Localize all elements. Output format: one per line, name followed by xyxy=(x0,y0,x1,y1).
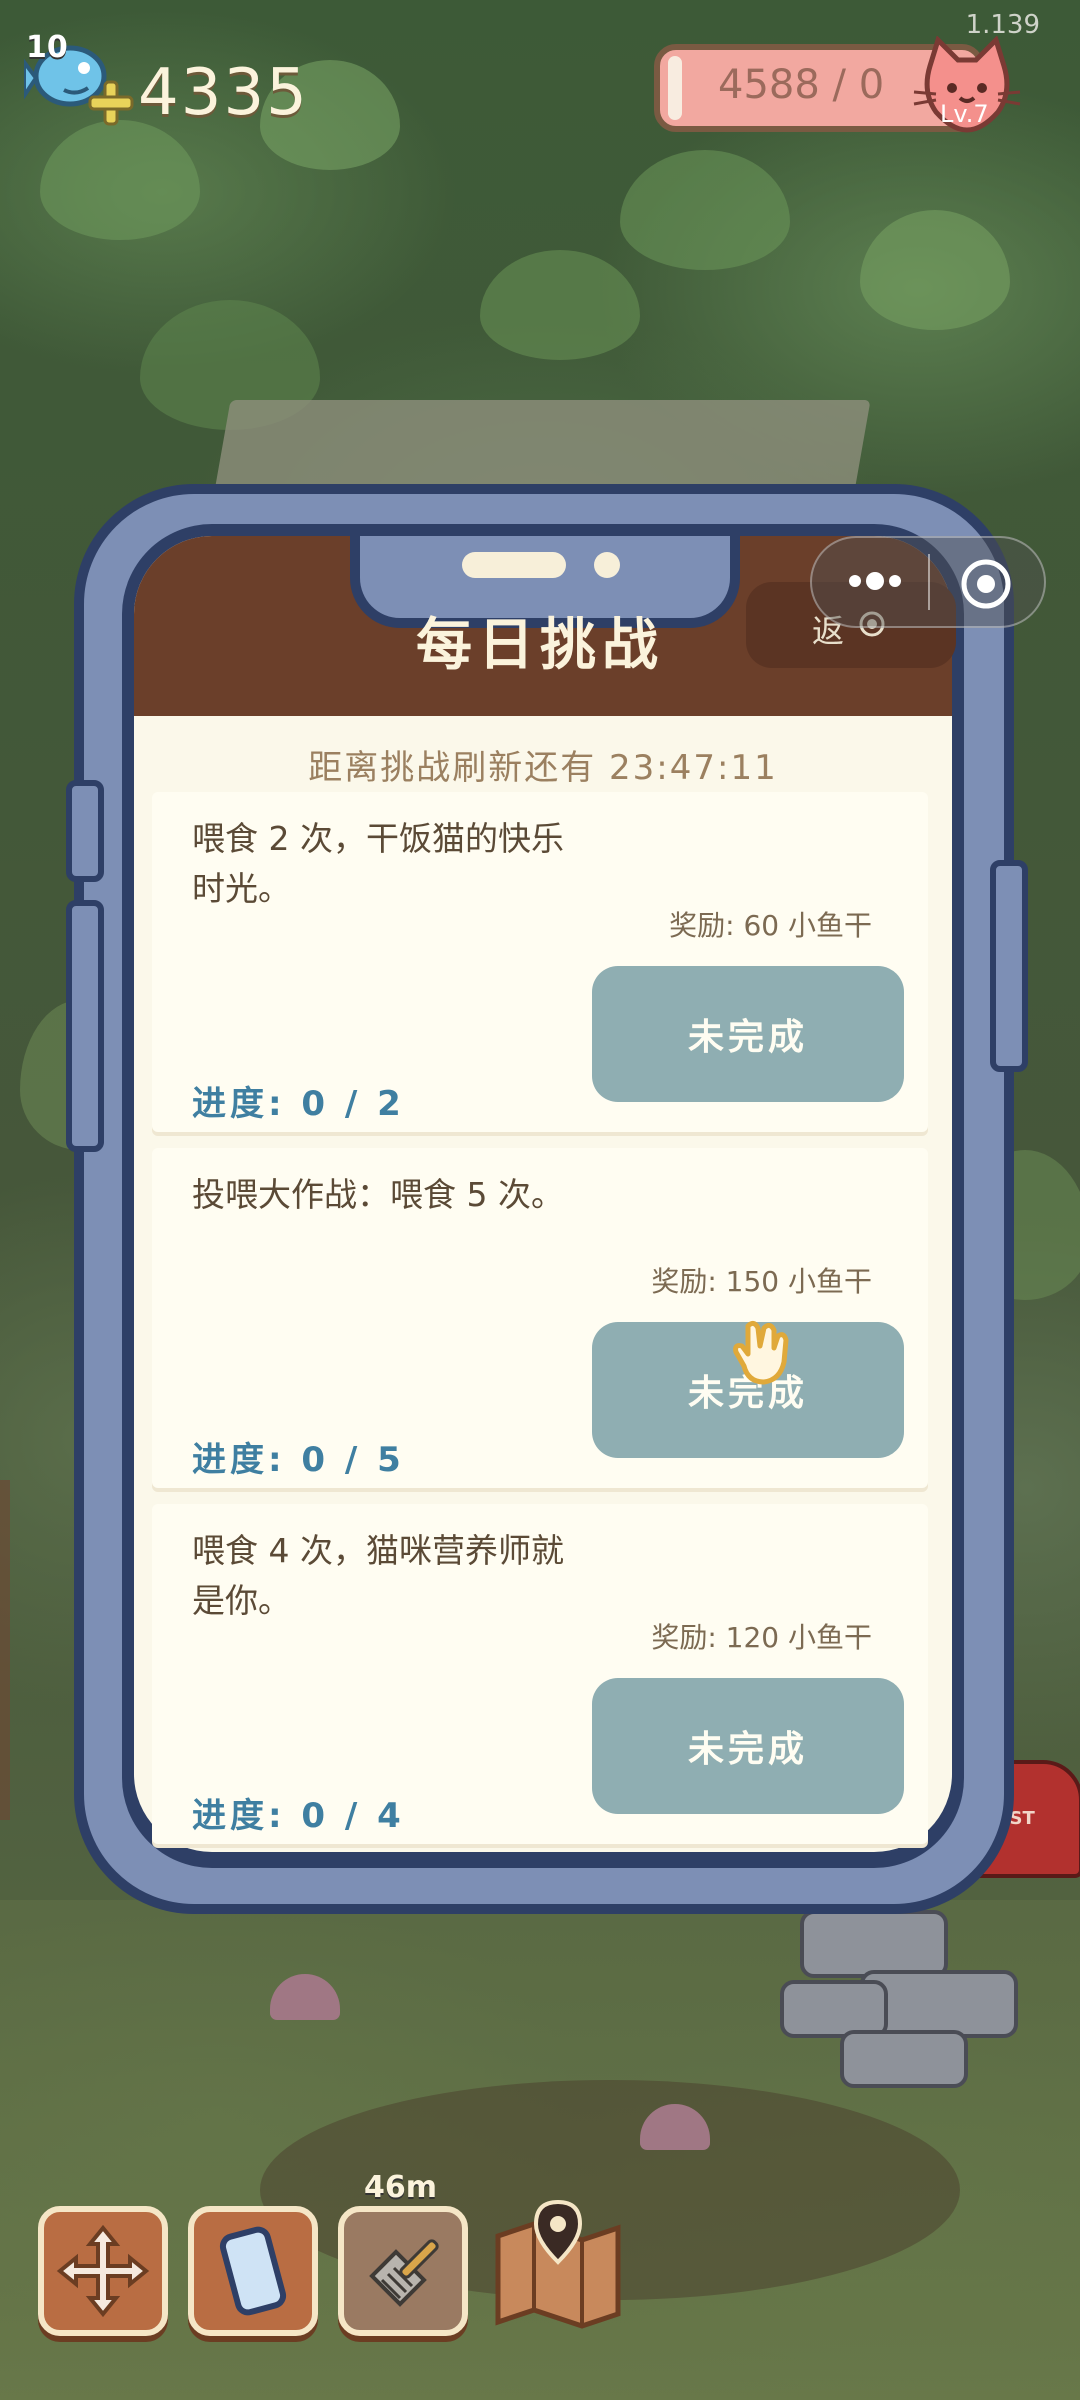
stone xyxy=(840,2030,968,2088)
phone-side-button xyxy=(990,860,1028,1072)
coin-count: 4335 xyxy=(138,56,309,130)
challenge-card: 投喂大作战：喂食 5 次。 奖励: 150 小鱼干 未完成 进度: 0 / 5 xyxy=(152,1148,928,1488)
challenge-reward: 奖励: 120 小鱼干 xyxy=(651,1621,872,1654)
more-options-icon[interactable] xyxy=(840,556,910,606)
phone-camera xyxy=(594,552,620,578)
litter-scoop-button[interactable] xyxy=(338,2206,468,2336)
challenge-status-button[interactable]: 未完成 xyxy=(592,966,904,1102)
pointing-hand-icon xyxy=(733,1320,789,1385)
challenge-progress: 进度: 0 / 2 xyxy=(192,1084,405,1124)
challenge-progress: 进度: 0 / 5 xyxy=(192,1440,405,1480)
challenge-description: 喂食 2 次，干饭猫的快乐时光。 xyxy=(192,819,564,908)
cat-level: Lv.7 xyxy=(940,100,989,128)
challenge-reward: 奖励: 150 小鱼干 xyxy=(651,1265,872,1298)
litter-scoop-icon xyxy=(369,2239,439,2307)
phone-icon xyxy=(219,2226,287,2316)
phone-side-button xyxy=(66,900,104,1152)
add-coins-icon[interactable] xyxy=(88,80,134,126)
phone-side-button xyxy=(66,780,104,882)
move-tool-button[interactable] xyxy=(38,2206,168,2336)
capsule-divider xyxy=(928,554,930,610)
challenge-status-button[interactable]: 未完成 xyxy=(592,1678,904,1814)
challenge-card: 喂食 4 次，猫咪营养师就是你。 奖励: 120 小鱼干 未完成 进度: 0 /… xyxy=(152,1504,928,1844)
map-icon[interactable] xyxy=(488,2196,628,2336)
challenge-card: 喂食 2 次，干饭猫的快乐时光。 奖励: 60 小鱼干 未完成 进度: 0 / … xyxy=(152,792,928,1132)
challenge-reward: 奖励: 60 小鱼干 xyxy=(669,909,872,942)
refresh-timer: 距离挑战刷新还有 23:47:11 xyxy=(308,748,778,788)
phone-speaker xyxy=(462,552,566,578)
stone xyxy=(800,1910,948,1978)
close-miniprogram-icon[interactable] xyxy=(958,556,1014,612)
scoop-cooldown-timer: 46m xyxy=(364,2170,438,2205)
challenge-description: 喂食 4 次，猫咪营养师就是你。 xyxy=(192,1531,564,1620)
challenge-description: 投喂大作战：喂食 5 次。 xyxy=(192,1175,564,1214)
player-level: 10 xyxy=(26,30,68,65)
experience-value: 4588 / 0 xyxy=(718,62,885,108)
move-arrows-icon xyxy=(56,2224,150,2318)
phone-tool-button[interactable] xyxy=(188,2206,318,2336)
challenge-progress: 进度: 0 / 4 xyxy=(192,1796,405,1836)
